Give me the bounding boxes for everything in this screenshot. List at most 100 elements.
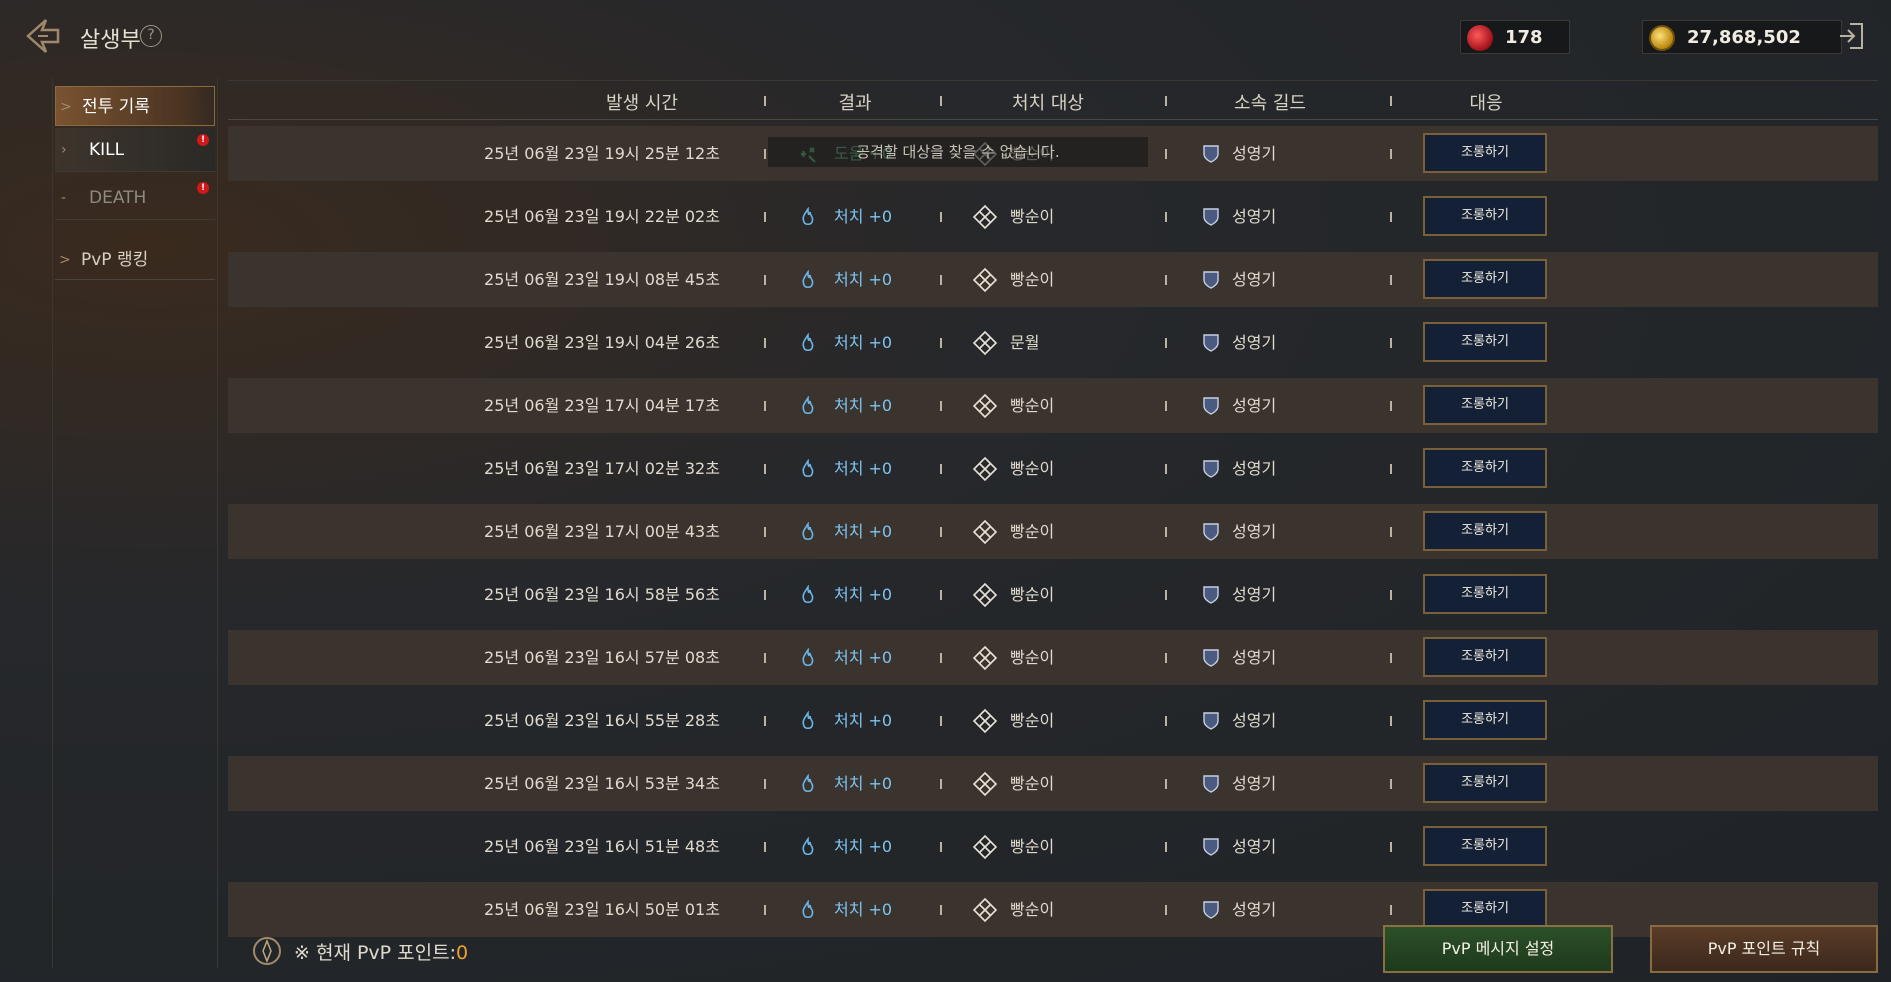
sidebar-item-label: DEATH <box>89 188 147 208</box>
table-row: 25년 06월 23일 19시 04분 26초 처치 +0 문월 성영기 조롱하기 <box>228 315 1878 370</box>
column-divider <box>940 212 942 222</box>
flame-icon <box>802 270 814 289</box>
column-divider <box>1165 842 1167 852</box>
column-divider <box>764 275 766 285</box>
help-icon[interactable]: ? <box>140 25 162 47</box>
taunt-button[interactable]: 조롱하기 <box>1423 322 1547 362</box>
flame-icon <box>802 711 814 730</box>
class-emblem-icon <box>972 267 998 293</box>
column-divider <box>764 212 766 222</box>
flame-icon <box>802 900 814 919</box>
chevron-right-icon: > <box>59 252 71 268</box>
target-name: 빵순이 <box>1010 711 1055 730</box>
column-divider <box>764 149 766 159</box>
column-divider <box>1165 527 1167 537</box>
column-divider <box>1390 905 1392 915</box>
exit-button[interactable] <box>1836 20 1868 52</box>
column-header-time: 발생 시간 <box>606 93 678 114</box>
column-divider <box>764 779 766 789</box>
guild-name: 성영기 <box>1232 837 1277 856</box>
flame-icon <box>802 207 814 226</box>
target-name: 빵순이 <box>1010 522 1055 541</box>
result-text: 처치 +0 <box>834 333 893 352</box>
time-cell: 25년 06월 23일 16시 51분 48초 <box>484 837 720 856</box>
ruby-amount: 178 <box>1505 27 1543 48</box>
table-header: 발생 시간 결과 처치 대상 소속 길드 대응 <box>228 80 1878 120</box>
taunt-button[interactable]: 조롱하기 <box>1423 700 1547 740</box>
class-emblem-icon <box>972 708 998 734</box>
gold-amount: 27,868,502 <box>1687 27 1801 48</box>
column-divider <box>1165 212 1167 222</box>
column-divider <box>940 842 942 852</box>
page-title: 살생부 <box>80 28 141 53</box>
sidebar-item-death[interactable]: - DEATH ! <box>55 176 215 220</box>
class-emblem-icon <box>972 582 998 608</box>
dash-icon: - <box>61 190 67 206</box>
result-text: 처치 +0 <box>834 774 893 793</box>
taunt-button[interactable]: 조롱하기 <box>1423 133 1547 173</box>
flame-icon <box>802 648 814 667</box>
guild-crest-icon <box>1203 397 1219 415</box>
taunt-button[interactable]: 조롱하기 <box>1423 385 1547 425</box>
guild-crest-icon <box>1203 334 1219 352</box>
column-divider <box>1390 275 1392 285</box>
table-row: 25년 06월 23일 19시 22분 02초 처치 +0 빵순이 성영기 조롱하기 <box>228 189 1878 244</box>
guild-name: 성영기 <box>1232 522 1277 541</box>
column-header-guild: 소속 길드 <box>1234 93 1306 114</box>
result-text: 처치 +0 <box>834 396 893 415</box>
taunt-button[interactable]: 조롱하기 <box>1423 511 1547 551</box>
target-name: 빵순이 <box>1010 585 1055 604</box>
table-body: 25년 06월 23일 19시 25분 12초도움 +0빵순이성영기조롱하기25… <box>228 120 1878 956</box>
column-header-target: 처치 대상 <box>1012 93 1084 114</box>
chevron-right-icon: > <box>60 99 72 115</box>
pvp-points-text: ※ 현재 PvP 포인트: <box>294 942 456 964</box>
guild-crest-icon <box>1203 271 1219 289</box>
column-divider <box>1165 716 1167 726</box>
class-emblem-icon <box>972 456 998 482</box>
taunt-button[interactable]: 조롱하기 <box>1423 259 1547 299</box>
sidebar-item-battle-log[interactable]: > 전투 기록 <box>55 86 215 126</box>
table-row: 25년 06월 23일 16시 51분 48초 처치 +0 빵순이 성영기 조롱하기 <box>228 819 1878 874</box>
column-divider <box>1390 149 1392 159</box>
column-divider <box>1165 464 1167 474</box>
taunt-button[interactable]: 조롱하기 <box>1423 637 1547 677</box>
result-text: 처치 +0 <box>834 270 893 289</box>
battle-log-table: 발생 시간 결과 처치 대상 소속 길드 대응 25년 06월 23일 19시 … <box>228 80 1878 956</box>
taunt-button[interactable]: 조롱하기 <box>1423 196 1547 236</box>
column-divider <box>940 338 942 348</box>
taunt-button[interactable]: 조롱하기 <box>1423 574 1547 614</box>
sidebar-item-kill[interactable]: › KILL ! <box>55 128 215 172</box>
taunt-button[interactable]: 조롱하기 <box>1423 448 1547 488</box>
pvp-message-settings-button[interactable]: PvP 메시지 설정 <box>1383 925 1613 973</box>
column-divider <box>764 96 766 106</box>
column-divider <box>940 590 942 600</box>
column-divider <box>1390 212 1392 222</box>
column-divider <box>940 905 942 915</box>
pvp-point-rules-button[interactable]: PvP 포인트 규칙 <box>1650 925 1878 973</box>
class-emblem-icon <box>972 645 998 671</box>
class-emblem-icon <box>972 834 998 860</box>
sidebar: > 전투 기록 › KILL ! - DEATH ! > PvP 랭킹 <box>52 78 218 968</box>
flame-icon <box>802 396 814 415</box>
result-text: 처치 +0 <box>834 522 893 541</box>
time-cell: 25년 06월 23일 19시 04분 26초 <box>484 333 720 352</box>
back-button[interactable] <box>20 14 64 58</box>
sidebar-item-pvp-ranking[interactable]: > PvP 랭킹 <box>55 240 215 280</box>
flame-icon <box>802 837 814 856</box>
guild-name: 성영기 <box>1232 459 1277 478</box>
guild-name: 성영기 <box>1232 333 1277 352</box>
taunt-button[interactable]: 조롱하기 <box>1423 763 1547 803</box>
column-divider <box>940 275 942 285</box>
column-divider <box>764 716 766 726</box>
target-name: 빵순이 <box>1010 774 1055 793</box>
column-divider <box>764 842 766 852</box>
class-emblem-icon <box>972 330 998 356</box>
circle-arrow-icon: › <box>61 142 67 158</box>
sidebar-item-label: KILL <box>89 140 125 160</box>
taunt-button[interactable]: 조롱하기 <box>1423 826 1547 866</box>
time-cell: 25년 06월 23일 16시 58분 56초 <box>484 585 720 604</box>
column-divider <box>764 590 766 600</box>
pvp-points-label: ※ 현재 PvP 포인트:0 <box>294 938 468 965</box>
column-divider <box>940 779 942 789</box>
time-cell: 25년 06월 23일 17시 04분 17초 <box>484 396 720 415</box>
